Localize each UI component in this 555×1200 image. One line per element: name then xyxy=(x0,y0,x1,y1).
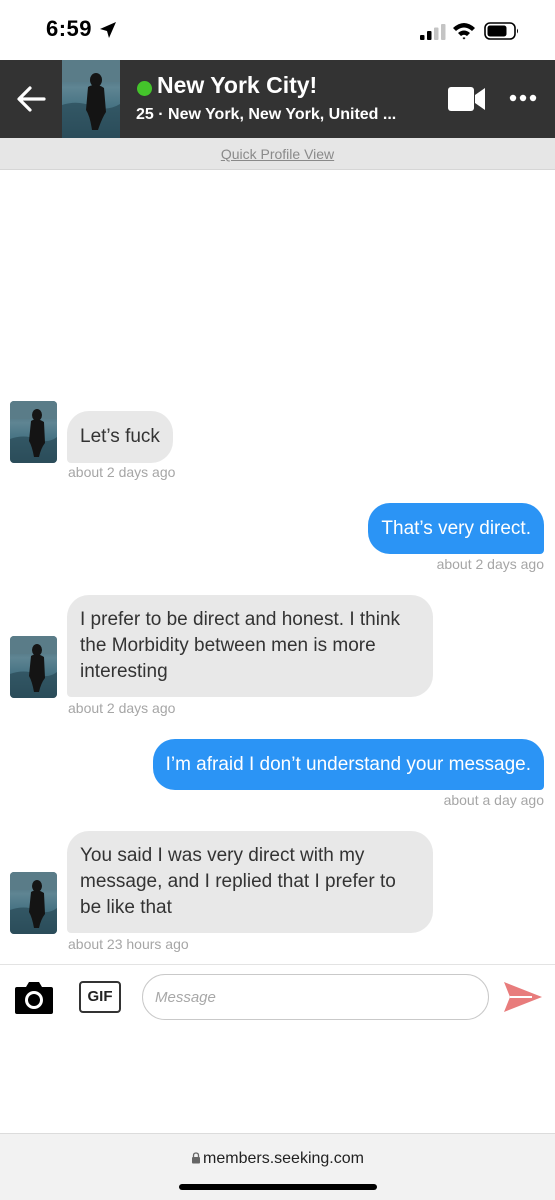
message-timestamp: about 23 hours ago xyxy=(68,936,189,952)
location-arrow-icon xyxy=(100,22,116,38)
message-text: That’s very direct. xyxy=(381,518,531,539)
cellular-signal-icon xyxy=(420,24,446,40)
url-text: members.seeking.com xyxy=(203,1150,364,1167)
home-indicator xyxy=(179,1184,377,1190)
message-timestamp: about 2 days ago xyxy=(68,464,176,480)
more-options-icon[interactable] xyxy=(507,88,539,108)
message-timestamp: about a day ago xyxy=(443,792,544,808)
battery-icon xyxy=(484,22,518,40)
message-text: You said I was very direct with my messa… xyxy=(80,845,396,918)
outgoing-message-bubble: I’m afraid I don’t understand your messa… xyxy=(152,739,544,790)
message-avatar[interactable] xyxy=(10,872,57,934)
send-icon[interactable] xyxy=(502,980,544,1014)
chat-header: New York City! 25 · New York, New York, … xyxy=(0,60,555,138)
browser-url-bar: members.seeking.com xyxy=(0,1133,555,1200)
lock-icon xyxy=(192,1152,201,1164)
url-display[interactable]: members.seeking.com xyxy=(0,1150,555,1168)
contact-avatar[interactable] xyxy=(62,60,120,138)
quick-profile-bar: Quick Profile View xyxy=(0,138,555,170)
message-input[interactable] xyxy=(142,974,489,1020)
video-camera-icon[interactable] xyxy=(448,85,486,113)
message-text: I prefer to be direct and honest. I thin… xyxy=(80,609,401,682)
status-time: 6:59 xyxy=(46,16,93,41)
incoming-message-bubble: I prefer to be direct and honest. I thin… xyxy=(67,595,433,697)
gif-button[interactable]: GIF xyxy=(79,981,121,1013)
camera-icon[interactable] xyxy=(14,979,54,1015)
contact-subtitle: 25 · New York, New York, United ... xyxy=(136,106,397,123)
outgoing-message-bubble: That’s very direct. xyxy=(368,503,544,554)
wifi-icon xyxy=(453,23,475,40)
message-timestamp: about 2 days ago xyxy=(68,700,176,716)
status-bar: 6:59 xyxy=(0,0,555,60)
quick-profile-view-link[interactable]: Quick Profile View xyxy=(221,146,334,162)
message-text: I’m afraid I don’t understand your messa… xyxy=(165,754,531,775)
message-text: Let’s fuck xyxy=(80,426,160,447)
incoming-message-bubble: Let’s fuck xyxy=(67,411,173,463)
message-avatar[interactable] xyxy=(10,636,57,698)
message-avatar[interactable] xyxy=(10,401,57,463)
message-composer: GIF xyxy=(0,964,555,1030)
contact-name: New York City! xyxy=(157,72,318,98)
message-timestamp: about 2 days ago xyxy=(436,556,544,572)
back-arrow-icon[interactable] xyxy=(14,82,48,116)
incoming-message-bubble: You said I was very direct with my messa… xyxy=(67,831,433,933)
online-status-dot xyxy=(137,81,152,96)
